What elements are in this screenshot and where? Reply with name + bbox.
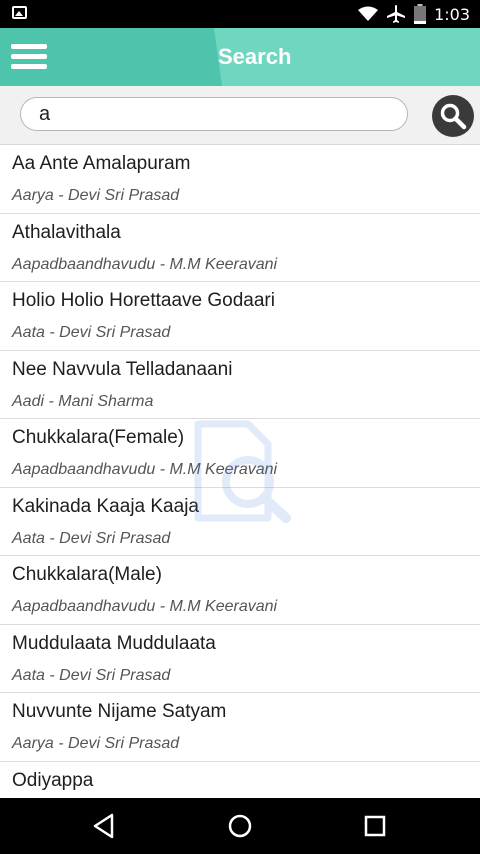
status-bar: 1:03 <box>0 0 480 28</box>
song-title: Aa Ante Amalapuram <box>12 153 191 174</box>
home-button[interactable] <box>225 812 255 840</box>
battery-icon <box>414 4 427 24</box>
search-bar <box>0 86 480 145</box>
song-list-item[interactable]: Nee Navvula Telladanaani Aadi - Mani Shar… <box>0 351 480 419</box>
song-album-artist: Aapadbaandhavudu - M.M Keeravani <box>12 255 278 273</box>
song-title: Holio Holio Horettaave Godaari <box>12 290 275 311</box>
song-album-artist: Aapadbaandhavudu - M.M Keeravani <box>12 461 278 478</box>
back-button[interactable] <box>90 812 120 840</box>
song-album-artist: Aarya - Devi Sri Prasad <box>12 735 180 752</box>
airplane-icon <box>387 5 406 23</box>
song-album-artist: Aarya - Devi Sri Prasad <box>12 187 180 204</box>
search-input[interactable] <box>20 97 408 131</box>
song-title: Chukkalara(Male) <box>12 564 162 585</box>
image-notification-icon <box>12 6 27 19</box>
wifi-icon <box>358 6 379 21</box>
clock: 1:03 <box>434 4 470 24</box>
hamburger-menu-icon[interactable] <box>8 40 50 74</box>
song-list-item[interactable]: Odiyappa <box>0 762 480 799</box>
song-title: Kakinada Kaaja Kaaja <box>12 495 199 517</box>
song-title: Odiyappa <box>12 769 94 791</box>
navigation-bar <box>0 798 480 854</box>
song-album-artist: Aata - Devi Sri Prasad <box>12 666 171 684</box>
magnifier-icon <box>440 103 467 130</box>
song-list-item[interactable]: Muddulaata Muddulaata Aata - Devi Sri Pra… <box>0 625 480 693</box>
page-title: Search <box>218 44 292 69</box>
search-button[interactable] <box>432 95 474 137</box>
song-title: Nee Navvula Telladanaani <box>12 358 233 380</box>
song-title: Muddulaata Muddulaata <box>12 632 216 654</box>
recents-button[interactable] <box>360 812 390 840</box>
song-list-item[interactable]: Chukkalara(Male) Aapadbaandhavudu - M.M K… <box>0 556 480 625</box>
song-title: Chukkalara(Female) <box>12 427 185 448</box>
song-title: Nuvvunte Nijame Satyam <box>12 701 227 722</box>
app-bar: Search <box>0 28 480 86</box>
song-list-item[interactable]: Chukkalara(Female) Aapadbaandhavudu - M.M… <box>0 419 480 488</box>
song-list-item[interactable]: Aa Ante Amalapuram Aarya - Devi Sri Prasa… <box>0 145 480 214</box>
song-list-item[interactable]: Athalavithala Aapadbaandhavudu - M.M Keer… <box>0 214 480 282</box>
song-title: Athalavithala <box>12 221 121 243</box>
song-list-item[interactable]: Kakinada Kaaja Kaaja Aata - Devi Sri Pras… <box>0 488 480 556</box>
song-list: Aa Ante Amalapuram Aarya - Devi Sri Prasa… <box>0 145 480 798</box>
song-album-artist: Aadi - Mani Sharma <box>12 392 154 410</box>
song-list-item[interactable]: Holio Holio Horettaave Godaari Aata - Dev… <box>0 282 480 351</box>
song-album-artist: Aata - Devi Sri Prasad <box>12 324 171 341</box>
song-album-artist: Aata - Devi Sri Prasad <box>12 529 171 547</box>
song-list-item[interactable]: Nuvvunte Nijame Satyam Aarya - Devi Sri P… <box>0 693 480 762</box>
song-album-artist: Aapadbaandhavudu - M.M Keeravani <box>12 598 278 615</box>
